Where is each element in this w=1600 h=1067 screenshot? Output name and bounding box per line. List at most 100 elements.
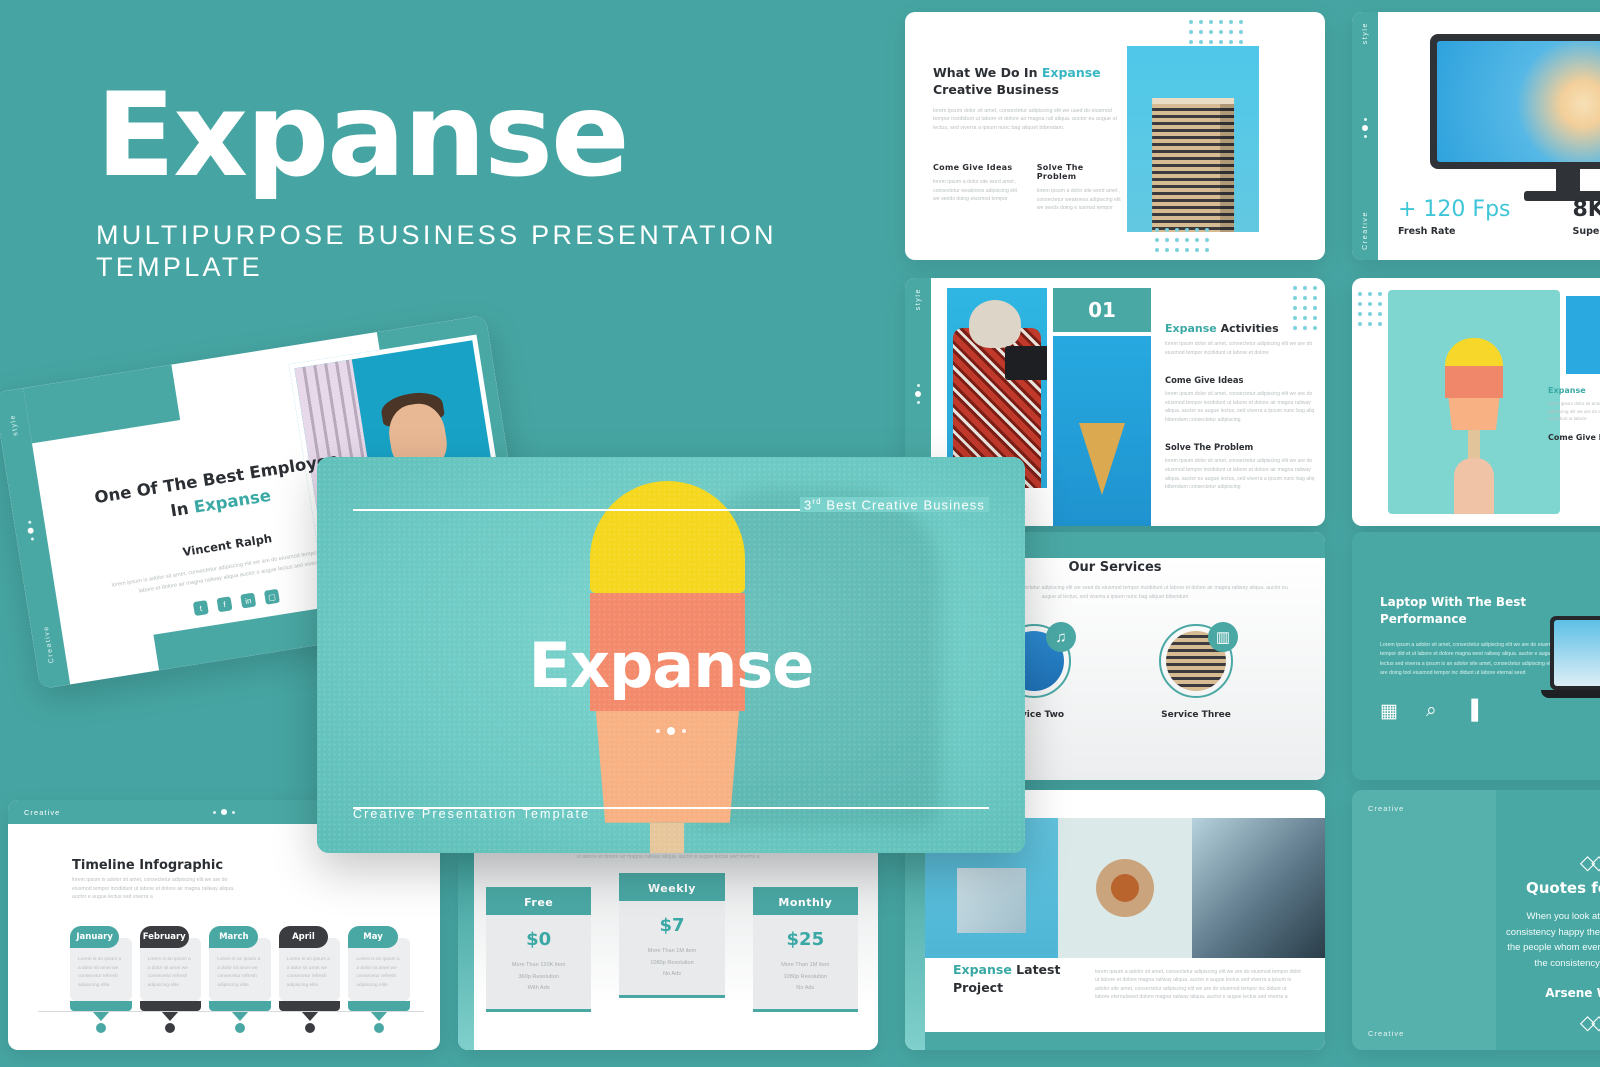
hero-subtitle: MULTIPURPOSE BUSINESS PRESENTATION TEMPL…: [96, 220, 777, 282]
slide-paragraph: lorem ipsum dolor sit amet, consectetur …: [1165, 341, 1313, 356]
laptop-illustration: [1541, 616, 1600, 698]
timeline-foot: [70, 1000, 132, 1011]
slide-monitor-specs[interactable]: style Creative + 120 Fps Fresh Rate 8K S…: [1352, 12, 1600, 260]
timeline-dot: [374, 1022, 385, 1033]
timeline-month: May: [348, 926, 398, 948]
timeline-foot: [139, 1000, 202, 1011]
timeline-foot: [209, 1000, 271, 1011]
ordinal-suffix: rd: [812, 497, 822, 506]
slide-popsicle-hand[interactable]: Expanse lorem ipsum dolor sit amet, cons…: [1352, 278, 1600, 526]
feature-title: Expanse: [528, 629, 815, 702]
timeline-month: January: [70, 926, 120, 948]
popsicle-top-layer: [589, 480, 746, 593]
ice-cream-cone-photo: [1053, 336, 1151, 526]
linkedin-icon[interactable]: in: [240, 592, 257, 609]
rail-label-top: style: [1361, 22, 1369, 45]
hood-shape: [969, 300, 1021, 348]
plan-free[interactable]: Free $0 More Than 120K item 360p Resolut…: [486, 887, 592, 1013]
spec-stats: + 120 Fps Fresh Rate 8K Super Amoled: [1398, 197, 1600, 237]
slide-paragraph: Lorem ipsum a adolor sit amet, consectet…: [1380, 641, 1562, 676]
blue-accent-block: [1566, 296, 1600, 374]
popsicle-photo: [1388, 290, 1560, 514]
coffee-liquid: [1110, 874, 1139, 902]
building-photo: [1127, 46, 1259, 232]
poster-canvas: Expanse MULTIPURPOSE BUSINESS PRESENTATI…: [0, 0, 1600, 1067]
stat-resolution: 8K Super Amoled: [1573, 197, 1600, 237]
monitor-stand: [1556, 169, 1580, 191]
dot-grid-top: [1189, 20, 1243, 44]
qr-code-icon[interactable]: ▦: [1380, 700, 1398, 723]
slide-heading: Quotes for every: [1526, 879, 1600, 897]
timeline-item[interactable]: April Lorem is an ipsum a a dolor sit am…: [278, 926, 341, 1033]
rail-label-top: style: [8, 413, 20, 437]
plan-name: Monthly: [752, 890, 858, 915]
rail-label-top: style: [914, 288, 922, 311]
slide-pricing-table[interactable]: ut labore et dolore air magna railway al…: [458, 845, 878, 1050]
hero-block: Expanse MULTIPURPOSE BUSINESS PRESENTATI…: [96, 78, 876, 284]
slide-footer-bar: [925, 1032, 1325, 1050]
slide-heading: Expanse Latest Project: [953, 961, 1061, 996]
cone-shape: [1079, 423, 1125, 496]
plan-price: $7: [659, 915, 685, 936]
timeline-month: March: [209, 926, 259, 948]
coffee-photo: [1058, 818, 1192, 958]
plan-features: More Than 120K item 360p Resolution With…: [486, 960, 591, 995]
slide-quotes[interactable]: Creative Creative ◇◇◇ Quotes for every W…: [1352, 790, 1600, 1050]
monitor-screen: [1437, 41, 1600, 162]
rail-dots: [26, 520, 35, 541]
slide-what-we-do[interactable]: What We Do In Expanse Creative Business l…: [905, 12, 1325, 260]
laptop-keyboard: [1541, 690, 1600, 698]
headphones-icon: ♫: [1046, 622, 1076, 652]
pricing-intro: ut labore et dolore air magna railway al…: [576, 854, 760, 860]
plan-name: Free: [486, 890, 592, 915]
timeline-stem: [91, 1010, 110, 1021]
timeline-foot: [278, 1000, 341, 1011]
facebook-icon[interactable]: f: [216, 596, 233, 613]
building-photo: [1191, 818, 1325, 958]
laptop-lid: [1550, 616, 1600, 690]
monitor-illustration: [1430, 34, 1600, 169]
coffee-cup-shape: [1095, 859, 1154, 917]
timeline-item[interactable]: March Lorem is an ipsum a a dolor sit am…: [209, 926, 271, 1033]
timeline-item[interactable]: May Lorem is an ipsum a a dolor sit amet…: [348, 926, 410, 1033]
gift-box-shape: [956, 868, 1027, 933]
laptop-screen: [1554, 620, 1600, 686]
timeline-stem: [300, 1010, 319, 1021]
column-text: lorem ipsum a dolor site word amet , con…: [1036, 188, 1121, 212]
side-subtitle: Come Give Ideas: [1548, 432, 1600, 442]
slide-laptop-performance[interactable]: Laptop With The Best Performance Lorem ip…: [1352, 532, 1600, 780]
search-icon[interactable]: ⌕: [1426, 700, 1437, 723]
slide-paragraph: lorem ipsum is adolor sit amet, consecte…: [72, 877, 235, 901]
slide-heading: What We Do In Expanse Creative Business: [933, 65, 1101, 98]
plan-feature: With Ads: [527, 985, 550, 992]
topbar-label: Creative: [1368, 804, 1405, 813]
plan-monthly[interactable]: Monthly $25 More Than 1M item 1080p Reso…: [752, 887, 858, 1013]
timeline-month: February: [139, 926, 189, 948]
quote-author: Arsene Wenger: [1545, 985, 1600, 1000]
service-card-three[interactable]: ▥ Service Three: [1148, 622, 1244, 720]
rail-label-bottom: Creative: [1361, 211, 1369, 250]
plan-weekly[interactable]: Weekly $7 More Than 1M item 1080p Resolu…: [619, 873, 725, 999]
instagram-icon[interactable]: ▢: [263, 588, 280, 605]
pricing-plans: Free $0 More Than 120K item 360p Resolut…: [486, 873, 858, 1013]
timeline-item[interactable]: January Lorem is an ipsum a a dolor sit …: [70, 926, 132, 1033]
quote-block: ◇◇◇ Quotes for every When you look at pe…: [1502, 850, 1600, 1035]
twitter-icon[interactable]: t: [192, 600, 209, 617]
stat-caption: Super Amoled: [1572, 226, 1600, 237]
slide-feature-cover[interactable]: 3rd Best Creative Business Expanse Creat…: [317, 457, 1025, 853]
column-come-give-ideas: Come Give Ideas lorem ipsum a dolor site…: [933, 163, 1019, 213]
side-text: lorem ipsum dolor sit amet, consectetur …: [1548, 401, 1600, 422]
plan-feature: 360p Resolution: [518, 973, 559, 980]
stat-value: 8K: [1572, 197, 1600, 222]
slide-paragraph: lorem ipsum dolor sit amet, consectetur …: [933, 107, 1117, 132]
side-text-block: Expanse lorem ipsum dolor sit amet, cons…: [1548, 386, 1600, 442]
timeline-dot: [95, 1022, 106, 1033]
timeline-month: April: [278, 926, 329, 948]
bar-chart-icon[interactable]: ▐: [1465, 700, 1478, 723]
feature-tagline-bottom: Creative Presentation Template: [353, 807, 591, 821]
activities-body: Expanse Activities lorem ipsum dolor sit…: [1165, 322, 1315, 492]
slide-heading: Expanse Activities: [1165, 322, 1279, 335]
pagination-dots[interactable]: [317, 727, 1025, 735]
timeline-item[interactable]: February Lorem is an ipsum a a dolor sit…: [139, 926, 202, 1033]
section-title-1: Come Give Ideas: [1165, 375, 1244, 386]
